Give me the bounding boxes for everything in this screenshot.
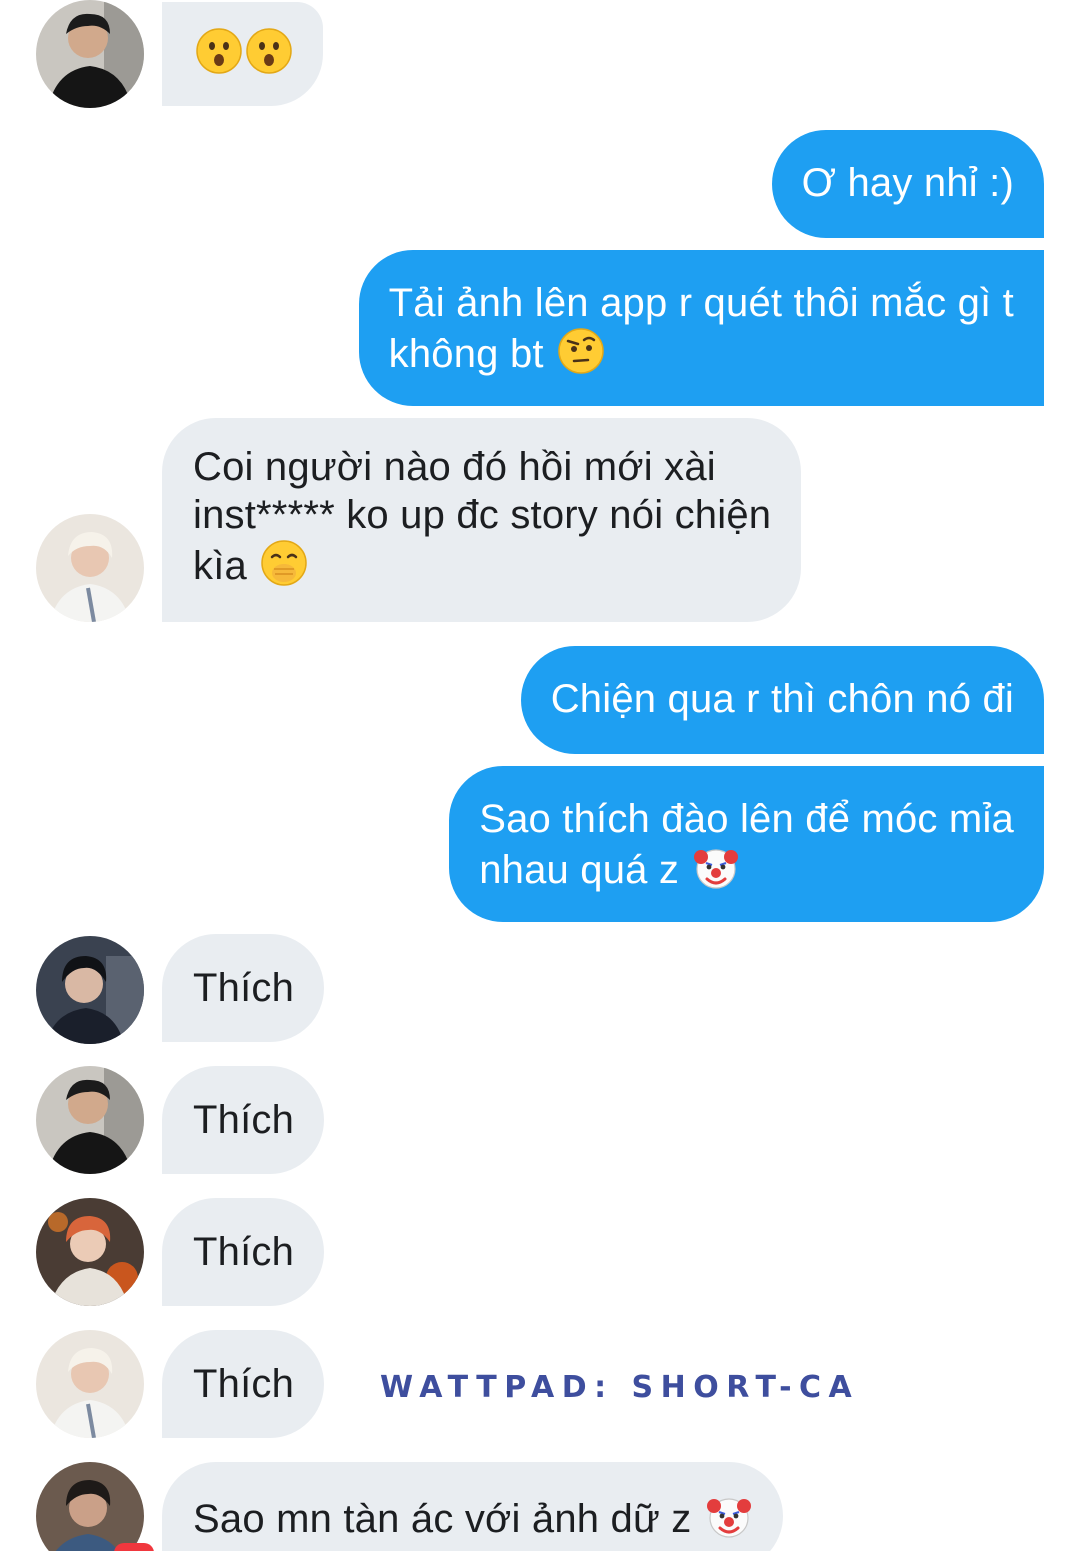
message-bubble-incoming[interactable] <box>162 2 323 106</box>
face-with-raised-eyebrow-emoji <box>557 327 605 375</box>
message-text: Thích <box>193 1362 295 1406</box>
message-text-line: Sao thích đào lên để móc mỉa <box>479 797 1014 841</box>
message-text: Thích <box>193 966 295 1010</box>
message-bubble-incoming[interactable]: Thích <box>162 1330 325 1438</box>
message-bubble-outgoing[interactable]: Tải ảnh lên app r quét thôi mắc gì t khô… <box>358 250 1044 406</box>
sender-avatar[interactable] <box>36 1330 144 1438</box>
message-bubble-incoming[interactable]: Thích <box>162 1198 325 1306</box>
sender-avatar[interactable] <box>36 0 144 108</box>
message-bubble-incoming[interactable]: Thích <box>162 1066 325 1174</box>
watermark: WATTPAD: SHORT-CA <box>380 1370 860 1405</box>
message-bubble-outgoing[interactable]: Chiện qua r thì chôn nó đi <box>520 646 1044 754</box>
message-text: Thích <box>193 1098 295 1142</box>
message-text: Sao mn tàn ác với ảnh dữ z <box>193 1497 692 1541</box>
notification-badge <box>114 1543 154 1551</box>
message-text: Ơ hay nhỉ :) <box>801 161 1014 205</box>
message-text-line: Coi người nào đó hồi mới xài <box>193 445 716 489</box>
message-text-line: kìa <box>193 544 247 588</box>
message-bubble-incoming[interactable]: Thích <box>162 934 325 1042</box>
astonished-face-emoji <box>195 27 243 75</box>
message-bubble-outgoing[interactable]: Ơ hay nhỉ :) <box>771 130 1044 238</box>
sender-avatar[interactable] <box>36 514 144 622</box>
chat-thread: Ơ hay nhỉ :) Tải ảnh lên app r quét thôi… <box>0 0 1080 1551</box>
message-bubble-outgoing[interactable]: Sao thích đào lên để móc mỉa nhau quá z <box>449 766 1044 922</box>
message-text-line: Tải ảnh lên app r quét thôi mắc gì t <box>388 281 1014 325</box>
message-text-line: inst***** ko up đc story nói chiện <box>193 493 772 537</box>
sender-avatar[interactable] <box>36 1462 144 1551</box>
sender-avatar[interactable] <box>36 936 144 1044</box>
clown-face-emoji <box>705 1492 753 1540</box>
message-text-line: không bt <box>388 332 544 376</box>
sender-avatar[interactable] <box>36 1066 144 1174</box>
message-text: Chiện qua r thì chôn nó đi <box>550 677 1014 721</box>
astonished-face-emoji <box>245 27 293 75</box>
message-text: Thích <box>193 1230 295 1274</box>
message-bubble-incoming[interactable]: Coi người nào đó hồi mới xài inst***** k… <box>162 418 802 622</box>
clown-face-emoji <box>692 843 740 891</box>
sender-avatar[interactable] <box>36 1198 144 1306</box>
message-bubble-incoming[interactable]: Sao mn tàn ác với ảnh dữ z <box>162 1462 783 1551</box>
face-with-hand-over-mouth-emoji <box>260 539 308 587</box>
message-text-line: nhau quá z <box>479 848 680 892</box>
